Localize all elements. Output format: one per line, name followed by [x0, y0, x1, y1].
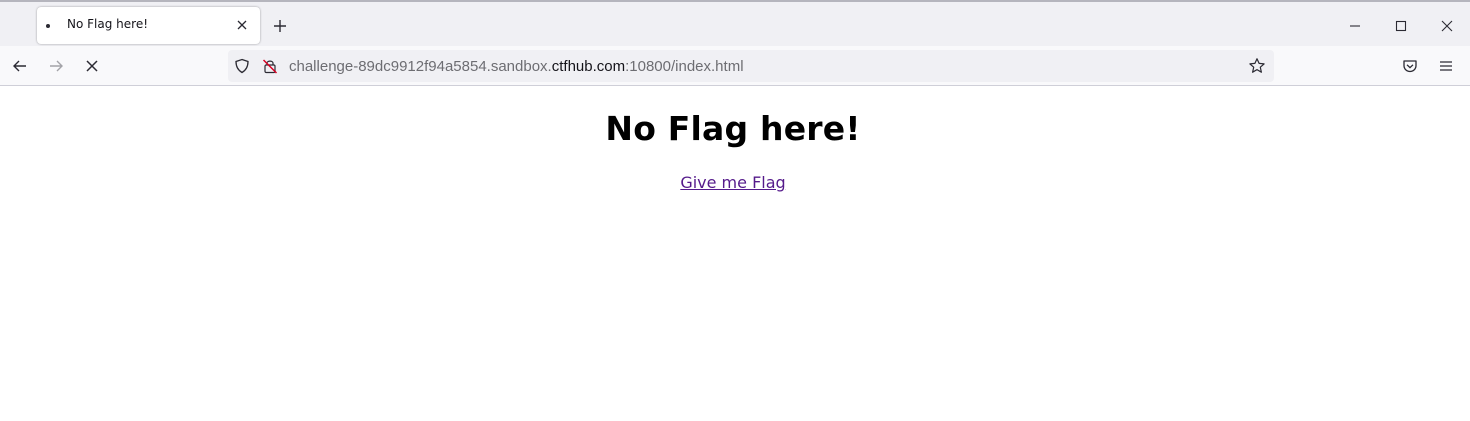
url-bar[interactable]: challenge-89dc9912f94a5854.sandbox.ctfhu…	[228, 50, 1274, 82]
plus-icon	[273, 19, 287, 33]
navigation-toolbar: challenge-89dc9912f94a5854.sandbox.ctfhu…	[0, 46, 1470, 86]
minimize-button[interactable]	[1341, 12, 1369, 40]
pocket-icon	[1402, 58, 1418, 74]
stop-x-icon	[85, 59, 99, 73]
tab-strip: No Flag here!	[0, 0, 1470, 46]
new-tab-button[interactable]	[268, 14, 292, 38]
url-domain: ctfhub.com	[551, 58, 626, 75]
hamburger-menu-icon	[1439, 59, 1453, 73]
url-suffix: :10800/index.html	[625, 58, 744, 75]
maximize-button[interactable]	[1387, 12, 1415, 40]
page-content: No Flag here! Give me Flag	[0, 87, 1470, 421]
back-button[interactable]	[8, 54, 32, 78]
tab-close-icon[interactable]	[235, 18, 249, 32]
window-close-button[interactable]	[1433, 12, 1461, 40]
arrow-left-icon	[12, 58, 28, 74]
arrow-right-icon	[48, 58, 64, 74]
bullet-dot-icon	[46, 24, 50, 28]
app-menu-button[interactable]	[1436, 56, 1456, 76]
close-icon	[1441, 20, 1453, 32]
bookmark-star-icon[interactable]	[1248, 57, 1266, 75]
tab-title: No Flag here!	[67, 17, 149, 31]
url-text[interactable]: challenge-89dc9912f94a5854.sandbox.ctfhu…	[289, 58, 744, 75]
link-paragraph: Give me Flag	[0, 173, 1466, 192]
forward-button[interactable]	[44, 54, 68, 78]
maximize-icon	[1395, 20, 1407, 32]
page-title: No Flag here!	[605, 109, 861, 148]
shield-icon[interactable]	[234, 58, 250, 74]
url-prefix: challenge-89dc9912f94a5854.sandbox.	[289, 58, 552, 75]
stop-button[interactable]	[80, 54, 104, 78]
minimize-icon	[1349, 20, 1361, 32]
pocket-button[interactable]	[1400, 56, 1420, 76]
give-me-flag-link[interactable]: Give me Flag	[680, 173, 785, 192]
insecure-lock-icon[interactable]	[262, 58, 278, 74]
tab-active[interactable]: No Flag here!	[37, 7, 260, 44]
